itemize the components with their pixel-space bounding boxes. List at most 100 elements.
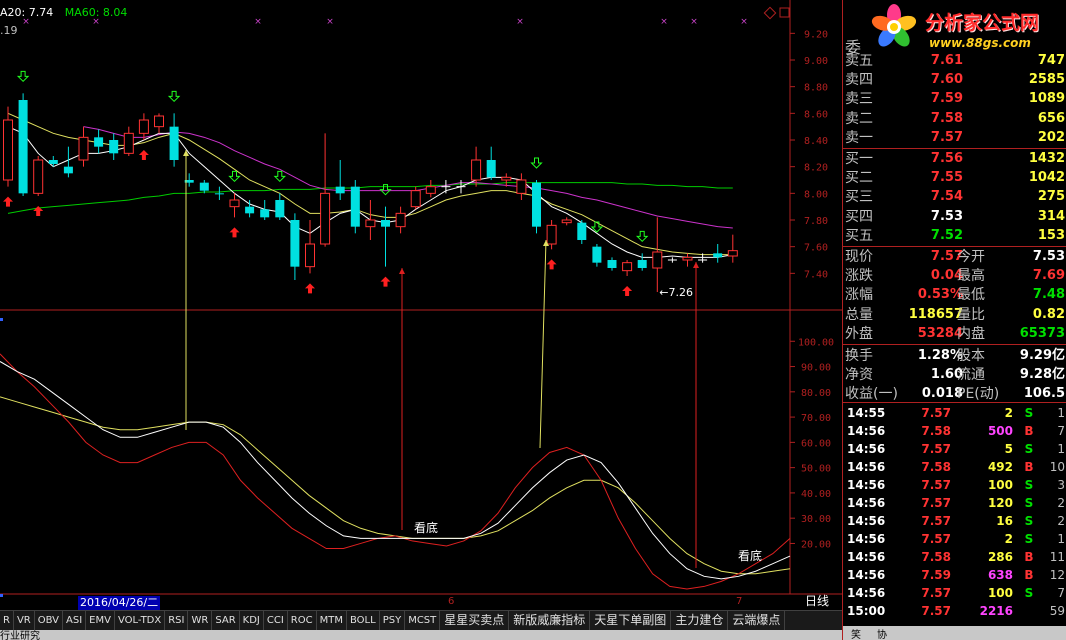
candle-body — [199, 182, 209, 191]
tick-row[interactable]: 14:56 7.58 500 B 7 — [843, 422, 1066, 440]
tick-row[interactable]: 14:56 7.57 2 S 1 — [843, 530, 1066, 548]
indicator-tick-label: 50.00 — [801, 464, 831, 475]
bid-row[interactable]: 买二 7.55 1042 — [843, 169, 1066, 187]
level-label: 买三 — [845, 189, 873, 206]
bottom-item[interactable]: 协 — [877, 626, 887, 640]
tick-row[interactable]: 14:56 7.57 100 S 7 — [843, 584, 1066, 602]
tab-indicator[interactable]: 天星下单副图 — [590, 611, 672, 630]
low-price-annotation: ←7.26 — [659, 286, 693, 299]
buy-arrow-icon — [380, 276, 391, 287]
candle-body — [335, 186, 345, 194]
quote-label: 涨幅 — [845, 287, 873, 304]
level-volume: 1042 — [1028, 170, 1065, 186]
ask-row[interactable]: 卖三 7.59 1089 — [843, 90, 1066, 108]
tab-indicator[interactable]: OBV — [35, 611, 64, 630]
quote-row: 外盘 53284 内盘 65373 — [843, 325, 1066, 344]
tab-indicator[interactable]: 主力建仓 — [671, 611, 729, 630]
tab-indicator[interactable]: EMV — [86, 611, 115, 630]
quote-value: 1.28% — [917, 347, 963, 363]
tick-row[interactable]: 14:56 7.58 286 B 11 — [843, 548, 1066, 566]
tick-volume: 492 — [987, 460, 1013, 474]
tab-indicator[interactable]: 星星买卖点 — [440, 611, 510, 630]
tab-indicator[interactable]: MCST — [405, 611, 441, 630]
tab-indicator[interactable]: 新版威廉指标 — [509, 611, 591, 630]
tick-side: S — [1024, 496, 1034, 510]
brand-banner: 分析家公式网 www.88gs.com — [865, 0, 1066, 56]
tab-indicator[interactable]: BOLL — [347, 611, 380, 630]
quote-label: 股本 — [957, 347, 985, 364]
tab-indicator[interactable]: WR — [188, 611, 213, 630]
bid-row[interactable]: 买四 7.53 314 — [843, 208, 1066, 226]
ask-row[interactable]: 卖一 7.57 202 — [843, 129, 1066, 147]
kline-chart[interactable]: 9.20 9.00 8.80 8.60 8.40 8.20 8.00 7.80 7.60 7.40… — [0, 0, 842, 610]
ask-row[interactable]: 卖五 7.61 747 — [843, 52, 1066, 70]
tab-indicator[interactable]: ASI — [63, 611, 87, 630]
quote-value: 0.53% — [917, 287, 963, 303]
kline-chart-area[interactable]: 9.20 9.00 8.80 8.60 8.40 8.20 8.00 7.80 7.60 7.40… — [0, 0, 842, 610]
bid-row[interactable]: 买三 7.54 275 — [843, 188, 1066, 206]
tick-row[interactable]: 15:00 7.57 2216 59 — [843, 602, 1066, 620]
quote-value: 1.60 — [930, 367, 963, 382]
tick-time: 14:56 — [847, 442, 886, 456]
ask-row[interactable]: 卖二 7.58 656 — [843, 110, 1066, 128]
level-volume: 1432 — [1028, 151, 1065, 166]
tick-row[interactable]: 14:56 7.57 100 S 3 — [843, 476, 1066, 494]
tick-price: 7.57 — [921, 604, 951, 618]
period-label[interactable]: 日线 — [800, 594, 834, 609]
quote-label: PE(动) — [957, 386, 1000, 403]
tick-side: B — [1024, 460, 1034, 474]
tab-indicator[interactable]: MTM — [317, 611, 347, 630]
sell-arrow-icon — [635, 230, 649, 243]
brand-url[interactable]: www.88gs.com — [929, 36, 1031, 50]
buy-arrow-icon — [622, 286, 633, 296]
candle-body — [350, 186, 360, 227]
tick-row[interactable]: 14:56 7.57 5 S 1 — [843, 440, 1066, 458]
tick-time: 14:56 — [847, 460, 886, 474]
indicator-tick-label: 40.00 — [801, 489, 831, 500]
indicator-tick-label: 90.00 — [801, 363, 831, 374]
tab-indicator[interactable]: RSI — [165, 611, 189, 630]
tab-indicator[interactable]: ROC — [288, 611, 317, 630]
tick-row[interactable]: 14:56 7.59 638 B 12 — [843, 566, 1066, 584]
tab-indicator[interactable]: SAR — [212, 611, 240, 630]
tick-count: 12 — [1049, 568, 1065, 582]
candle-body — [214, 193, 224, 195]
price-tick-label: 8.20 — [804, 163, 828, 174]
bottom-item[interactable]: 笑 — [851, 626, 861, 640]
price-tick-label: 7.40 — [804, 269, 828, 280]
ask-row[interactable]: 卖四 7.60 2585 — [843, 71, 1066, 89]
tick-row[interactable]: 14:56 7.57 120 S 2 — [843, 494, 1066, 512]
candle-body — [425, 186, 436, 194]
tick-row[interactable]: 14:55 7.57 2 S 1 — [843, 404, 1066, 422]
price-tick-label: 7.80 — [804, 216, 828, 227]
quote-divider — [843, 343, 1066, 345]
brand-title: 分析家公式网 — [925, 12, 1040, 34]
tab-indicator[interactable]: 云端爆点 — [728, 611, 786, 630]
price-tick-label: 8.60 — [804, 109, 828, 120]
candle-body — [18, 100, 28, 194]
level-volume: 1089 — [1028, 91, 1065, 107]
tab-indicator[interactable]: VR — [14, 611, 35, 630]
tab-indicator[interactable]: PSY — [380, 611, 406, 630]
tick-row[interactable]: 14:56 7.57 16 S 2 — [843, 512, 1066, 530]
bid-row[interactable]: 买五 7.52 153 — [843, 227, 1066, 245]
tick-row[interactable]: 14:56 7.58 492 B 10 — [843, 458, 1066, 476]
tick-time: 14:56 — [847, 496, 886, 510]
signal-marker: × — [516, 17, 524, 27]
tab-indicator[interactable]: R — [0, 611, 14, 630]
tick-time: 14:56 — [847, 568, 886, 582]
edge-marker — [0, 594, 3, 597]
level-volume: 275 — [1037, 189, 1065, 205]
tab-indicator[interactable]: VOL-TDX — [115, 611, 166, 630]
tick-volume: 16 — [996, 514, 1013, 528]
tab-indicator[interactable]: KDJ — [240, 611, 264, 630]
tab-indicator[interactable]: CCI — [264, 611, 288, 630]
candle-body — [123, 132, 134, 154]
candle-body — [501, 176, 512, 181]
sub-legend: .19 — [0, 24, 18, 37]
signal-link-arrow-icon — [693, 262, 699, 268]
candle-body — [305, 243, 315, 268]
tick-count: 1 — [1057, 532, 1065, 546]
sell-arrow-icon — [228, 170, 241, 183]
bid-row[interactable]: 买一 7.56 1432 — [843, 150, 1066, 168]
